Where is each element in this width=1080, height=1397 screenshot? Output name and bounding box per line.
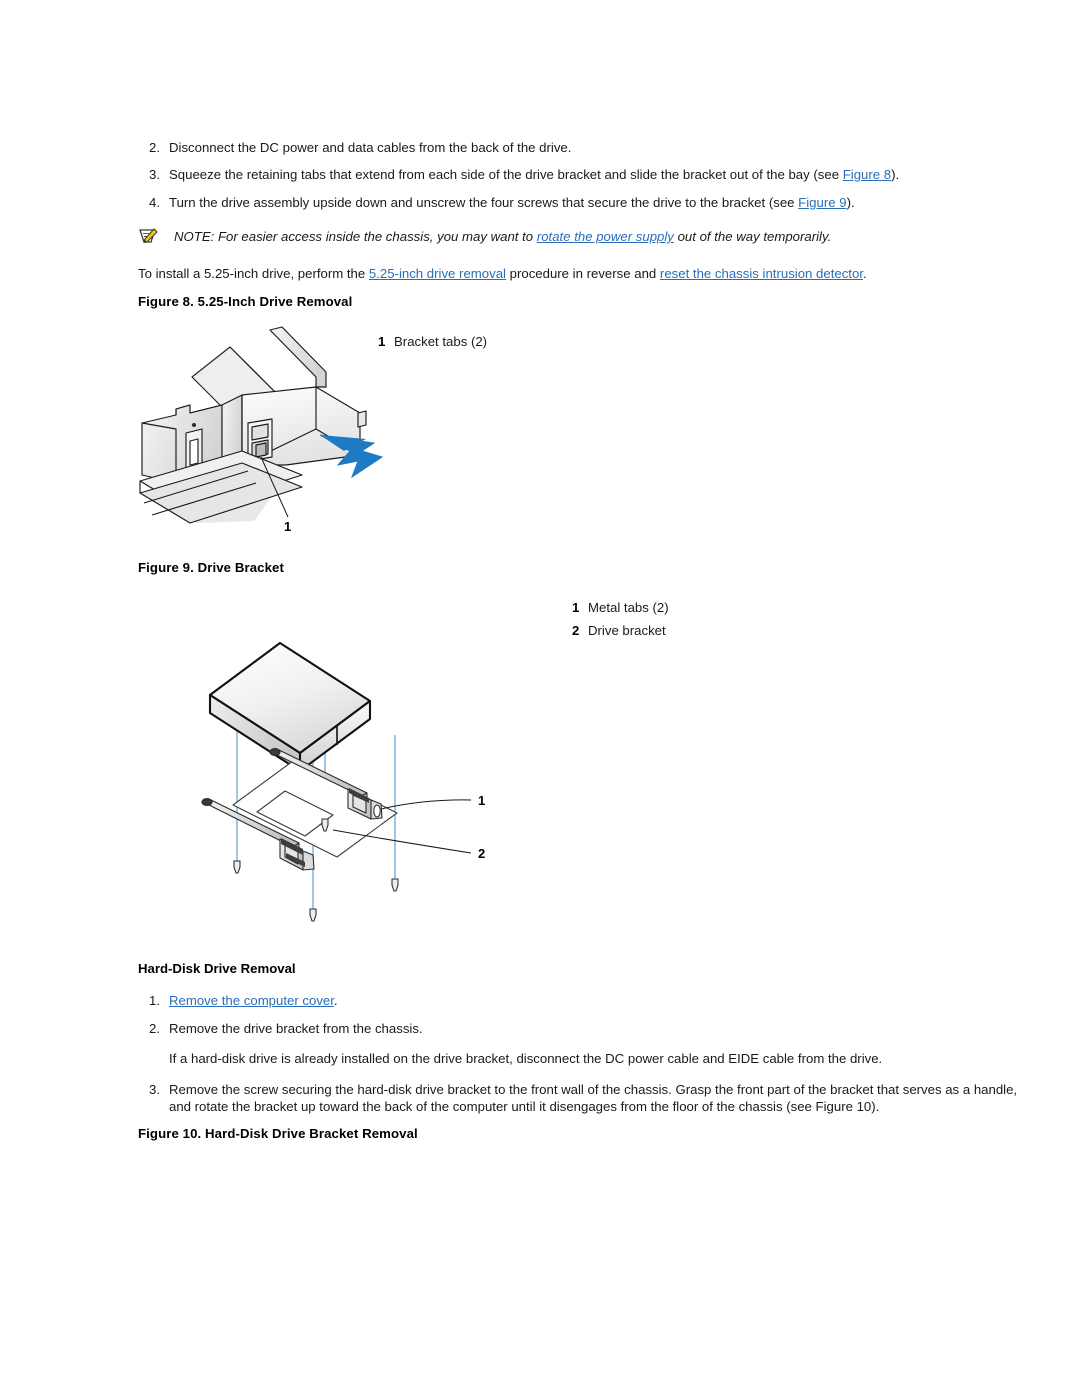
list-item: 3. Remove the screw securing the hard-di… [138, 1081, 1023, 1115]
install-paragraph: To install a 5.25-inch drive, perform th… [138, 265, 1018, 282]
list-item: 3. Squeeze the retaining tabs that exten… [138, 166, 1018, 183]
substep-paragraph: If a hard-disk drive is already installe… [169, 1051, 883, 1066]
inline-link[interactable]: 5.25-inch drive removal [369, 266, 506, 281]
inline-text: ). [846, 195, 855, 210]
list-item: 1. Remove the computer cover. [138, 992, 998, 1009]
inline-link[interactable]: Figure 9 [798, 195, 846, 210]
inline-link[interactable]: reset the chassis intrusion detector [660, 266, 863, 281]
inline-text: Remove the screw securing the hard-disk … [169, 1082, 1018, 1114]
figure-9-callout-1: 1 [478, 793, 485, 808]
step-text: Turn the drive assembly upside down and … [169, 194, 1018, 211]
figure-8-illustration: 1 [130, 325, 550, 555]
inline-text: out of the way temporarily. [673, 229, 832, 244]
inline-link[interactable]: Figure 8 [843, 167, 891, 182]
inline-text: Disconnect the DC power and data cables … [169, 140, 572, 155]
inline-text: Remove the drive bracket from the chassi… [169, 1021, 423, 1036]
figure-9-caption: Figure 9. Drive Bracket [138, 560, 284, 575]
inline-text: procedure in reverse and [505, 266, 660, 281]
note-text: NOTE: For easier access inside the chass… [174, 228, 998, 245]
step-text: Remove the screw securing the hard-disk … [169, 1081, 1023, 1115]
step-number: 3. [149, 1082, 160, 1097]
legend-number: 1 [572, 600, 580, 615]
list-item: 4. Turn the drive assembly upside down a… [138, 194, 1018, 211]
note-pencil-icon [138, 228, 164, 248]
note-callout: NOTE: For easier access inside the chass… [138, 228, 998, 245]
step-text: Disconnect the DC power and data cables … [169, 139, 998, 156]
inline-text: Squeeze the retaining tabs that extend f… [169, 167, 843, 182]
legend-item: 2 Drive bracket [572, 619, 669, 642]
step-number: 3. [149, 167, 160, 182]
step-number: 2. [149, 1021, 160, 1036]
step-number: 4. [149, 195, 160, 210]
document-page: 2. Disconnect the DC power and data cabl… [0, 0, 1080, 1397]
legend-label: Metal tabs (2) [588, 600, 669, 615]
inline-text: NOTE: For easier access inside the chass… [174, 229, 537, 244]
inline-text: To install a 5.25-inch drive, perform th… [138, 266, 369, 281]
inline-text: ). [891, 167, 900, 182]
figure-9-legend: 1 Metal tabs (2) 2 Drive bracket [572, 596, 669, 642]
figure-9-illustration: 1 2 [185, 585, 515, 945]
figure-10-caption: Figure 10. Hard-Disk Drive Bracket Remov… [138, 1126, 418, 1141]
legend-number: 2 [572, 623, 580, 638]
list-item: 2. Disconnect the DC power and data cabl… [138, 139, 998, 156]
legend-label: Drive bracket [588, 623, 666, 638]
legend-item: 1 Metal tabs (2) [572, 596, 669, 619]
inline-link[interactable]: Remove the computer cover [169, 993, 334, 1008]
step-text: Remove the drive bracket from the chassi… [169, 1020, 998, 1037]
inline-text: Turn the drive assembly upside down and … [169, 195, 799, 210]
figure-9-callout-2: 2 [478, 846, 485, 861]
section-heading-hard-disk-drive-removal: Hard-Disk Drive Removal [138, 961, 296, 976]
list-item: 2. Remove the drive bracket from the cha… [138, 1020, 998, 1037]
figure-8-caption: Figure 8. 5.25-Inch Drive Removal [138, 294, 353, 309]
inline-text: . [333, 993, 338, 1008]
step-number: 1. [149, 993, 160, 1008]
inline-link[interactable]: rotate the power supply [537, 229, 674, 244]
step-text: Squeeze the retaining tabs that extend f… [169, 166, 1018, 183]
step-number: 2. [149, 140, 160, 155]
figure-8-callout-1: 1 [284, 519, 291, 534]
step-text: Remove the computer cover. [169, 992, 998, 1009]
inline-text: . [862, 266, 867, 281]
